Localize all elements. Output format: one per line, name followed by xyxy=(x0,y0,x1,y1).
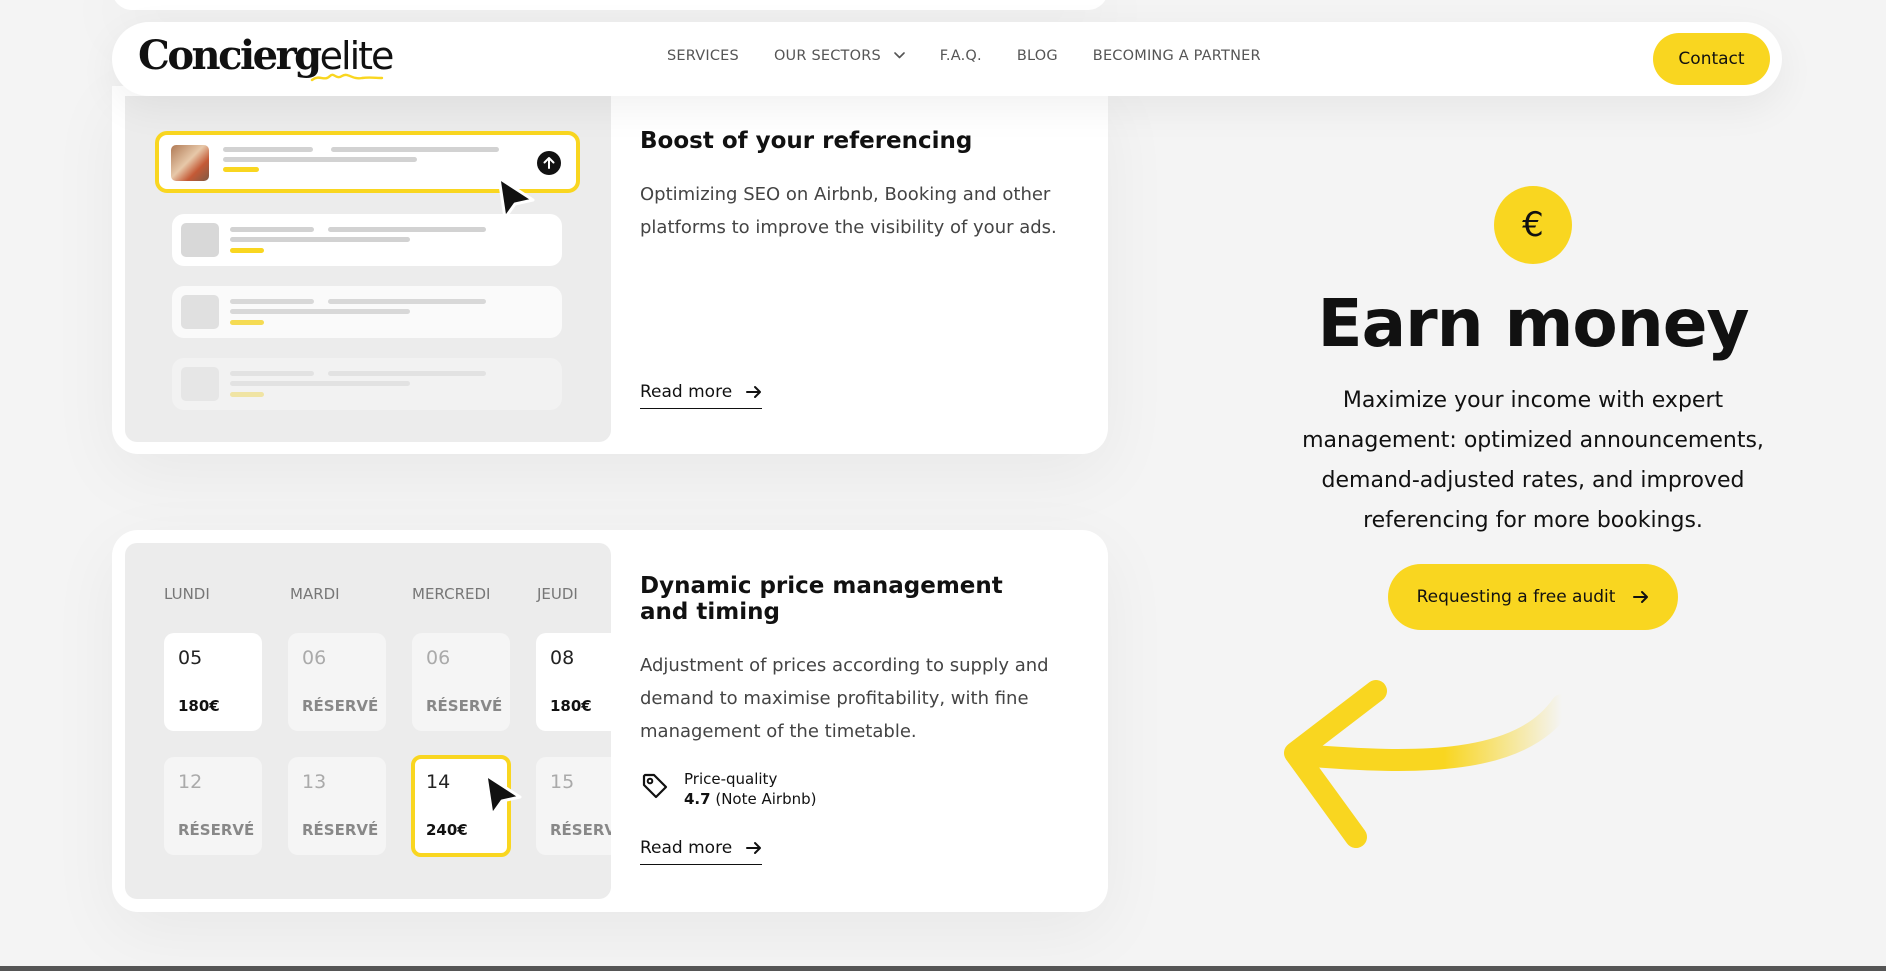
card-description: Adjustment of prices according to supply… xyxy=(640,655,1049,742)
logo-text-bold: Concierg xyxy=(138,32,322,79)
calendar-cell[interactable]: 15 RÉSERVÉ xyxy=(536,757,611,855)
menu-item-becoming-a-partner[interactable]: BECOMING A PARTNER xyxy=(1093,48,1261,72)
logo-swoosh-icon xyxy=(310,73,384,82)
calendar-cell[interactable]: 05 180€ xyxy=(164,633,262,731)
listing-item xyxy=(172,358,562,410)
pricing-calendar-illustration: LUNDI MARDI MERCREDI JEUDI 05 180€ 06 RÉ… xyxy=(125,543,611,899)
free-audit-button[interactable]: Requesting a free audit xyxy=(1388,564,1678,630)
calendar-day-header: JEUDI xyxy=(537,585,578,603)
menu-item-blog[interactable]: BLOG xyxy=(1017,48,1058,72)
price-tag-icon xyxy=(640,771,670,801)
calendar-cell[interactable]: 06 RÉSERVÉ xyxy=(288,633,386,731)
menu-item-faq[interactable]: F.A.Q. xyxy=(940,48,982,72)
calendar-day-header: MERCREDI xyxy=(412,585,491,603)
calendar-cell[interactable]: 12 RÉSERVÉ xyxy=(164,757,262,855)
calendar-cell[interactable]: 06 RÉSERVÉ xyxy=(412,633,510,731)
listing-photo xyxy=(171,145,209,181)
logo[interactable]: Conciergelite xyxy=(138,32,394,82)
calendar-day-header: MARDI xyxy=(290,585,340,603)
chevron-down-icon xyxy=(893,52,905,59)
card-title: Dynamic price management and timing xyxy=(640,573,1003,625)
cursor-pointer-icon xyxy=(480,771,526,819)
referencing-illustration xyxy=(125,96,611,442)
read-more-label: Read more xyxy=(640,382,733,402)
page-bottom-divider xyxy=(0,966,1886,971)
badge-label: Price-quality xyxy=(684,770,778,788)
menu-item-our-sectors[interactable]: OUR SECTORS xyxy=(774,48,905,72)
card-description: Optimizing SEO on Airbnb, Booking and ot… xyxy=(640,184,1057,238)
arrow-right-icon xyxy=(746,386,762,398)
arrow-up-icon xyxy=(537,151,561,175)
card-title: Boost of your referencing xyxy=(640,128,973,154)
badge-note: (Note Airbnb) xyxy=(715,790,817,808)
calendar-day-header: LUNDI xyxy=(164,585,210,603)
calendar-cell[interactable]: 08 180€ xyxy=(536,633,611,731)
badge-rating: 4.7 xyxy=(684,790,711,808)
calendar-cell[interactable]: 13 RÉSERVÉ xyxy=(288,757,386,855)
read-more-link[interactable]: Read more xyxy=(640,382,763,409)
listing-item xyxy=(172,286,562,338)
promo-description: Maximize your income with expert managem… xyxy=(1302,388,1764,533)
contact-button[interactable]: Contact xyxy=(1653,33,1770,85)
cursor-pointer-icon xyxy=(493,174,539,222)
price-quality-badge: Price-quality 4.7 (Note Airbnb) xyxy=(684,769,817,809)
decorative-curved-arrow-icon xyxy=(1270,675,1573,855)
previous-card-edge xyxy=(112,0,1108,10)
arrow-right-icon xyxy=(746,842,762,854)
read-more-link[interactable]: Read more xyxy=(640,838,763,865)
promo-title: Earn money xyxy=(1317,285,1749,362)
main-menu: SERVICES OUR SECTORS F.A.Q. BLOG BECOMIN… xyxy=(667,48,1261,72)
menu-item-services[interactable]: SERVICES xyxy=(667,48,739,72)
menu-item-label: OUR SECTORS xyxy=(773,48,881,64)
read-more-label: Read more xyxy=(640,838,733,858)
arrow-right-icon xyxy=(1633,591,1649,603)
free-audit-label: Requesting a free audit xyxy=(1416,587,1616,607)
euro-icon: € xyxy=(1494,186,1572,264)
